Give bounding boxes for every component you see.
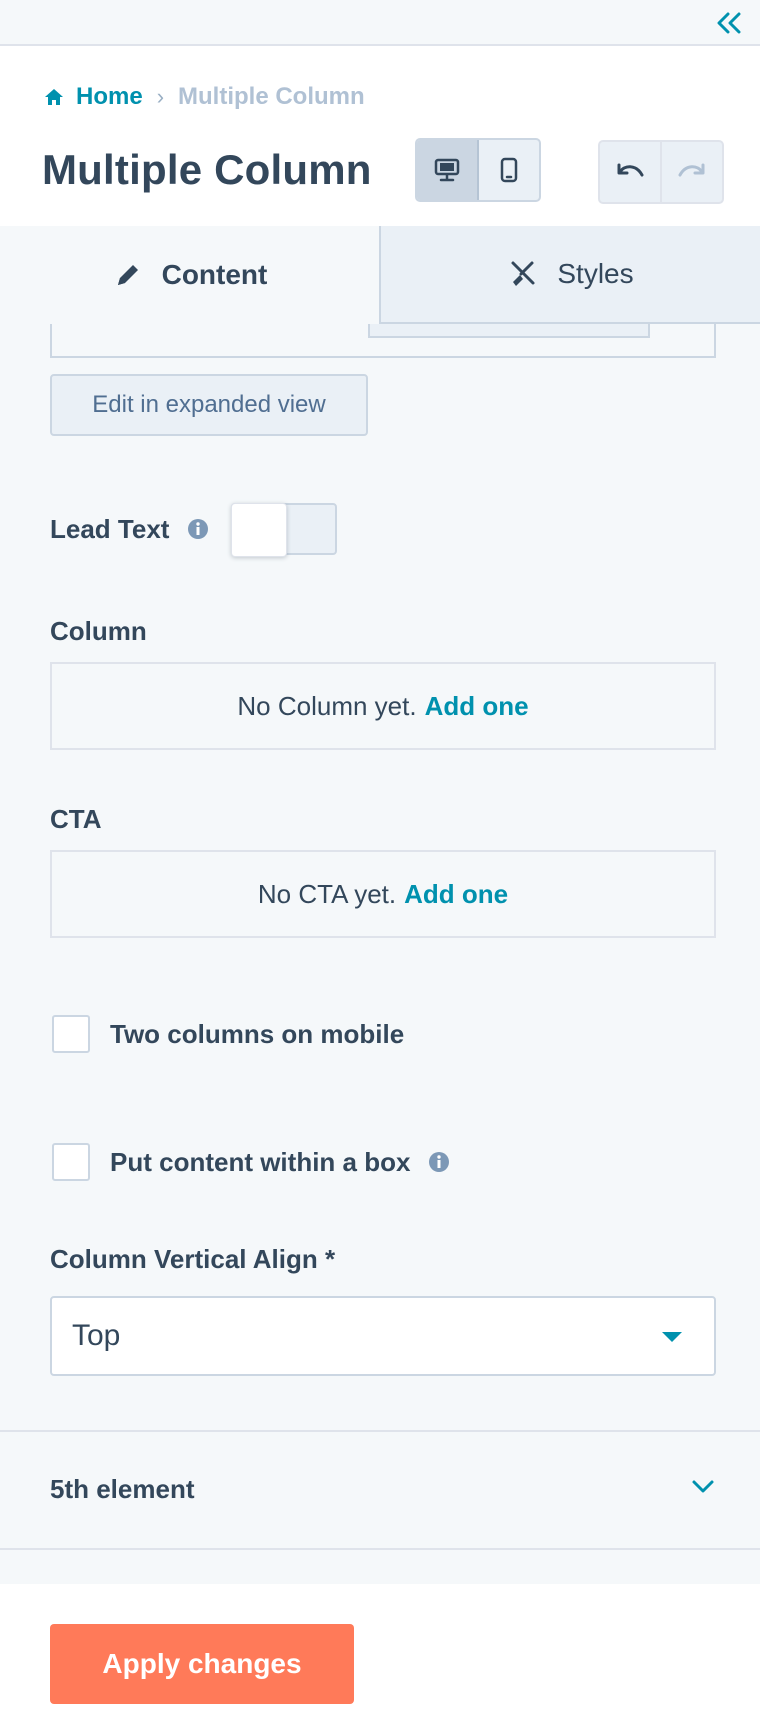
- panel-top-bar: [0, 0, 760, 46]
- undo-icon: [617, 163, 644, 177]
- toggle-knob: [231, 503, 288, 557]
- cta-label: CTA: [50, 804, 102, 834]
- fifth-element-accordion[interactable]: 5th element: [0, 1432, 760, 1546]
- redo-icon: [678, 163, 705, 177]
- lead-text-row: Lead Text: [50, 502, 338, 557]
- breadcrumb: Home › Multiple Column: [44, 82, 365, 112]
- info-icon[interactable]: [187, 518, 209, 540]
- vertical-align-select[interactable]: Top: [50, 1296, 716, 1376]
- info-icon[interactable]: [428, 1151, 450, 1173]
- caret-down-icon: [662, 1332, 682, 1342]
- accordion-label: 5th element: [50, 1473, 195, 1504]
- chevron-down-icon: [692, 1480, 714, 1493]
- edit-expanded-view-button[interactable]: Edit in expanded view: [50, 374, 368, 436]
- page-title: Multiple Column: [42, 146, 372, 193]
- add-cta-link[interactable]: Add one: [404, 879, 508, 910]
- lead-text-label: Lead Text: [50, 513, 170, 544]
- cta-empty-state: No CTA yet. Add one: [50, 850, 716, 938]
- cta-empty-text: No CTA yet.: [257, 878, 397, 909]
- breadcrumb-home-link[interactable]: Home: [76, 83, 143, 111]
- history-controls: [598, 140, 724, 204]
- mobile-icon: [500, 157, 518, 183]
- breadcrumb-separator: ›: [156, 84, 165, 109]
- column-empty-state: No Column yet. Add one: [50, 662, 716, 750]
- panel-tabs: Content Styles: [0, 226, 760, 324]
- content-in-box-row: Put content within a box: [52, 1142, 450, 1182]
- column-empty-text: No Column yet.: [237, 690, 417, 721]
- vertical-align-value: Top: [72, 1319, 121, 1352]
- tab-styles[interactable]: Styles: [379, 226, 760, 324]
- rich-text-field[interactable]: [50, 324, 716, 358]
- two-columns-mobile-row: Two columns on mobile: [52, 1014, 404, 1054]
- mobile-view-button[interactable]: [479, 140, 539, 200]
- breadcrumb-current: Multiple Column: [178, 83, 365, 110]
- content-in-box-label[interactable]: Put content within a box: [110, 1147, 410, 1178]
- desktop-view-button[interactable]: [417, 140, 479, 200]
- two-columns-mobile-checkbox[interactable]: [52, 1015, 90, 1053]
- content-in-box-checkbox[interactable]: [52, 1143, 90, 1181]
- column-label: Column: [50, 616, 147, 646]
- tab-content[interactable]: Content: [0, 226, 379, 324]
- undo-button[interactable]: [600, 142, 662, 202]
- collapse-panel-button[interactable]: [712, 6, 746, 40]
- double-chevron-left-icon: [717, 12, 741, 34]
- vertical-align-label: Column Vertical Align *: [50, 1244, 336, 1274]
- tab-content-label: Content: [161, 259, 268, 290]
- add-column-link[interactable]: Add one: [425, 691, 529, 722]
- redo-button[interactable]: [662, 142, 722, 202]
- home-icon[interactable]: [44, 87, 64, 107]
- apply-changes-button[interactable]: Apply changes: [50, 1624, 354, 1704]
- desktop-icon: [434, 158, 460, 182]
- two-columns-mobile-label[interactable]: Two columns on mobile: [110, 1019, 404, 1050]
- content-area: Edit in expanded view Lead Text Column N…: [0, 324, 760, 1584]
- device-view-toggle: [415, 138, 541, 202]
- panel-footer: Apply changes: [0, 1584, 760, 1730]
- tab-styles-label: Styles: [557, 258, 634, 289]
- brush-icon: [507, 258, 539, 290]
- accordion-divider-bottom: [0, 1548, 760, 1550]
- panel-header: Home › Multiple Column Multiple Column: [0, 46, 760, 226]
- pencil-icon: [112, 259, 144, 291]
- lead-text-toggle[interactable]: [231, 503, 338, 557]
- rich-text-toolbar: [368, 324, 650, 338]
- editor-panel: Home › Multiple Column Multiple Column C…: [0, 0, 760, 1730]
